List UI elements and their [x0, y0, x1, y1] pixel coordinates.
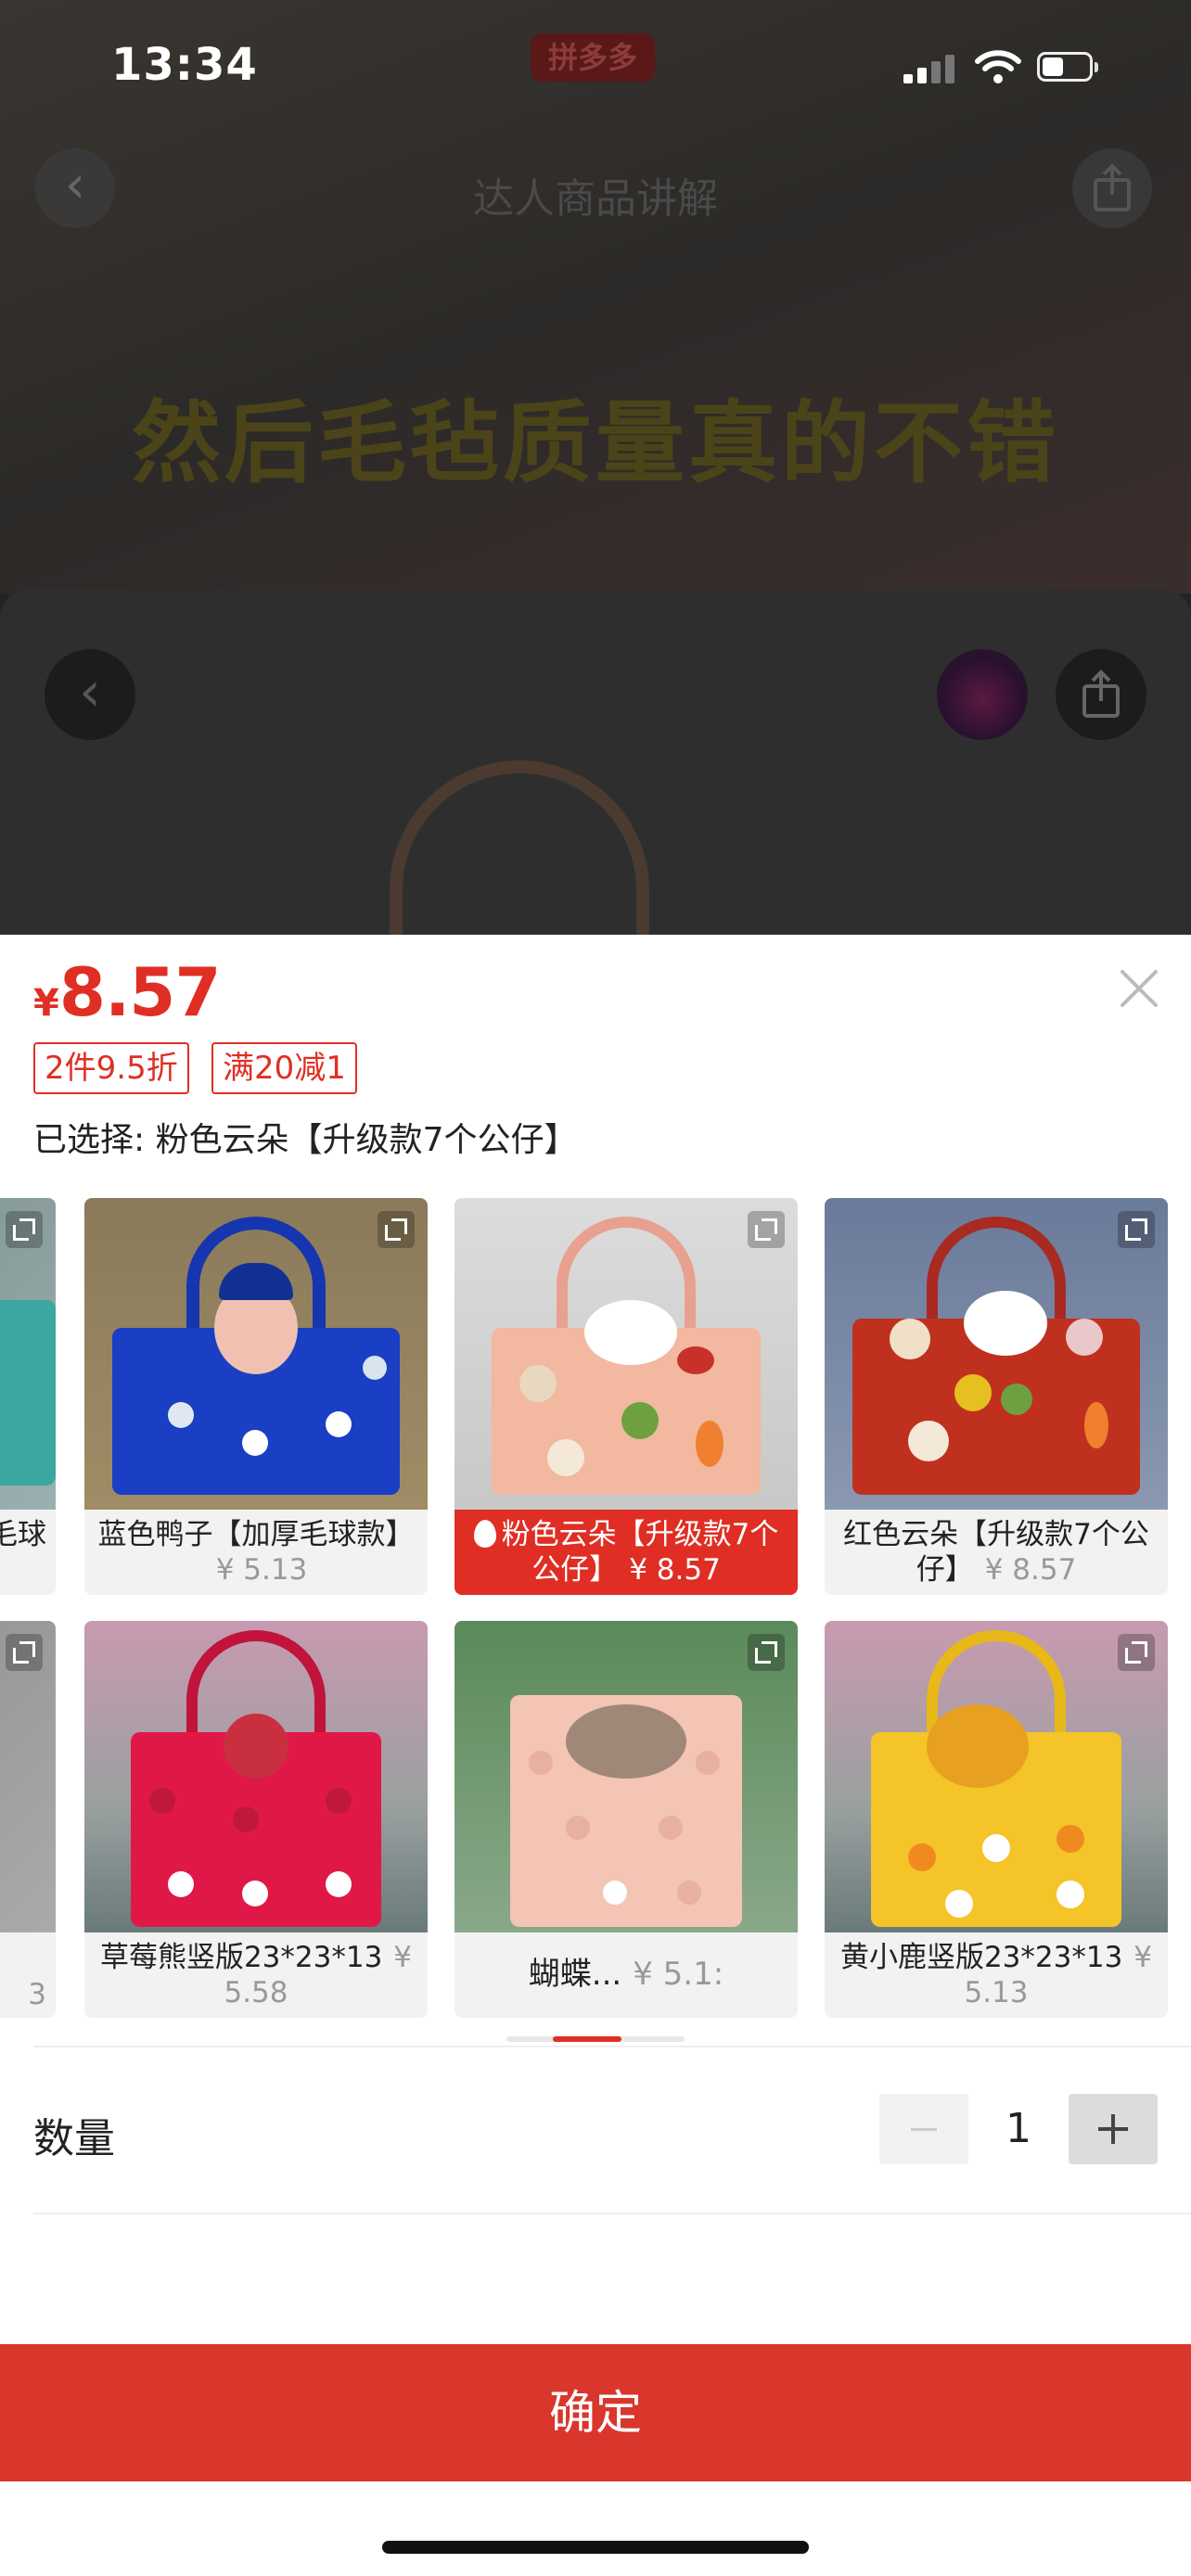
variant-image	[455, 1621, 798, 1932]
variant-label: 红色云朵【升级款7个公仔】 ¥ 8.57	[843, 1518, 1149, 1587]
expand-icon[interactable]	[1118, 1634, 1155, 1671]
variant-item[interactable]: 3	[0, 1621, 56, 2018]
variant-item[interactable]: 红色云朵【升级款7个公仔】 ¥ 8.57	[825, 1198, 1168, 1595]
flame-icon	[473, 1520, 496, 1548]
discount-tag: 满20减1	[211, 1042, 357, 1094]
page-title: 达人商品讲解	[473, 175, 718, 223]
app-badge: 拼多多	[531, 33, 655, 82]
expand-icon[interactable]	[748, 1634, 785, 1671]
battery-icon	[1037, 52, 1098, 82]
background-page: 13:34 拼多多 ‹ 达人商品讲解 然后毛毡质量真的不错 ‹	[0, 0, 1191, 937]
close-icon[interactable]	[1113, 963, 1165, 1014]
variant-label: 毛球	[0, 1518, 46, 1551]
avatar[interactable]	[937, 649, 1028, 740]
price: ¥8.57	[33, 953, 221, 1031]
variant-item-selected[interactable]: 粉色云朵【升级款7个公仔】 ¥ 8.57	[455, 1198, 798, 1595]
variant-item[interactable]: 蓝色鸭子【加厚毛球款】¥ 5.13	[84, 1198, 428, 1595]
minus-button[interactable]	[879, 2094, 968, 2164]
selected-variant-label: 已选择: 粉色云朵【升级款7个公仔】	[33, 1121, 578, 1159]
variant-image	[455, 1198, 798, 1510]
variant-item[interactable]: 蝴蝶... ¥ 5.1:	[455, 1621, 798, 2018]
variant-label: 黄小鹿竖版23*23*13 ¥ 5.13	[839, 1941, 1153, 2009]
variant-image	[84, 1621, 428, 1932]
card-back-icon[interactable]: ‹	[45, 649, 135, 740]
variant-label: 蓝色鸭子【加厚毛球款】¥ 5.13	[97, 1518, 415, 1587]
expand-icon[interactable]	[378, 1211, 415, 1248]
share-icon[interactable]	[1072, 148, 1152, 228]
variant-label: 粉色云朵【升级款7个公仔】 ¥ 8.57	[455, 1510, 798, 1595]
page-indicator-active	[553, 2036, 621, 2042]
variant-label: 3	[28, 1978, 46, 2011]
signal-icon	[903, 54, 955, 83]
divider	[33, 2213, 1191, 2214]
variant-image	[84, 1198, 428, 1510]
sku-sheet: ¥8.57 2件9.5折 满20减1 已选择: 粉色云朵【升级款7个公仔】 毛球	[0, 935, 1191, 2576]
card-share-icon[interactable]	[1056, 649, 1146, 740]
variant-image	[825, 1621, 1168, 1932]
plus-button[interactable]	[1069, 2094, 1158, 2164]
quantity-value[interactable]: 1	[983, 2105, 1054, 2152]
confirm-button[interactable]: 确定	[0, 2344, 1191, 2481]
wifi-icon	[975, 50, 1021, 83]
variant-item[interactable]: 毛球	[0, 1198, 56, 1595]
quantity-label: 数量	[33, 2115, 115, 2162]
discount-tag: 2件9.5折	[33, 1042, 189, 1094]
price-symbol: ¥	[33, 982, 59, 1025]
variant-item[interactable]: 草莓熊竖版23*23*13 ¥ 5.58	[84, 1621, 428, 2018]
expand-icon[interactable]	[6, 1211, 43, 1248]
status-bar: 13:34 拼多多	[0, 0, 1191, 130]
price-value: 8.57	[58, 953, 222, 1031]
home-indicator	[382, 2541, 809, 2554]
variant-label: 草莓熊竖版23*23*13 ¥ 5.58	[99, 1941, 413, 2009]
expand-icon[interactable]	[748, 1211, 785, 1248]
video-caption: 然后毛毡质量真的不错	[132, 391, 1059, 495]
expand-icon[interactable]	[6, 1634, 43, 1671]
variant-item[interactable]: 黄小鹿竖版23*23*13 ¥ 5.13	[825, 1621, 1168, 2018]
expand-icon[interactable]	[1118, 1211, 1155, 1248]
divider	[33, 2046, 1191, 2047]
variant-label: 蝴蝶... ¥ 5.1:	[528, 1956, 724, 1993]
variant-image	[825, 1198, 1168, 1510]
status-time: 13:34	[111, 39, 258, 91]
variant-grid: 毛球 蓝色鸭子【加厚毛球款】¥ 5.13 粉色云朵【升级款7个公仔】 ¥ 8.5…	[0, 1191, 1191, 2025]
page-indicator	[506, 2036, 685, 2042]
